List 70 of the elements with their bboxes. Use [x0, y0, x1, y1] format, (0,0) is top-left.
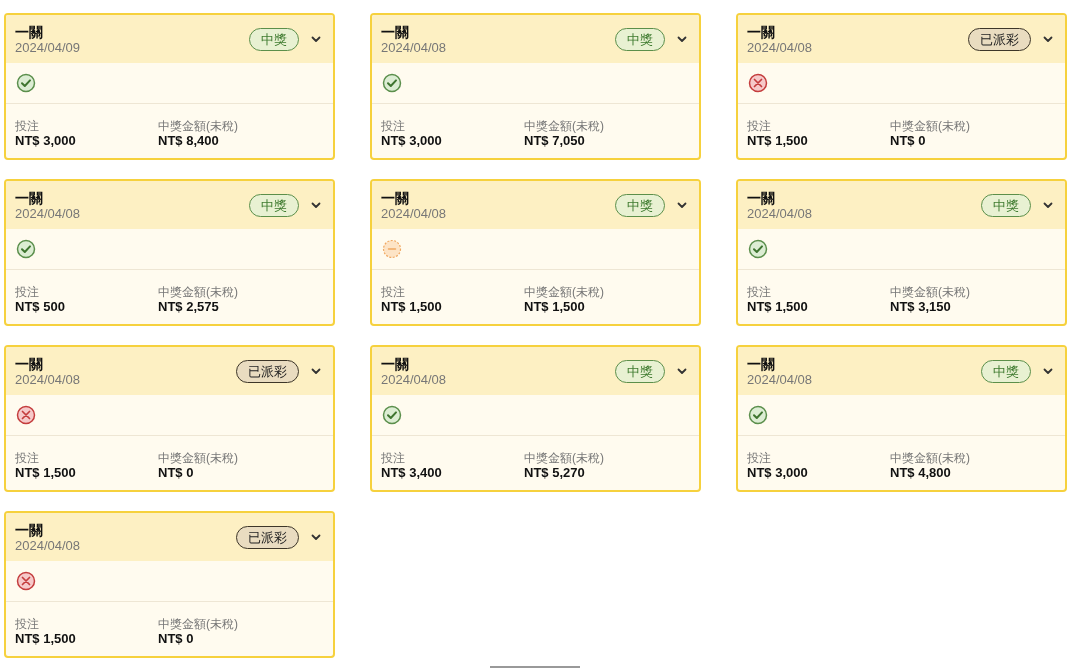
- payout-label: 中獎金額(未稅): [524, 452, 605, 465]
- bet-type-title: 一關: [381, 23, 410, 40]
- stake-label: 投注: [747, 120, 772, 133]
- status-badge: 中獎: [615, 27, 665, 51]
- payout-amount: NT$ 2,575: [158, 299, 220, 314]
- bet-type-title: 一關: [15, 355, 44, 372]
- bet-date: 2024/04/08: [381, 371, 448, 387]
- status-badge: 中獎: [249, 27, 299, 51]
- payout-amount: NT$ 0: [890, 133, 927, 148]
- payout-amount: NT$ 4,800: [890, 465, 952, 480]
- bet-type-title: 一關: [15, 23, 44, 40]
- stake-label: 投注: [381, 452, 406, 465]
- stake-label: 投注: [15, 120, 40, 133]
- bet-date: 2024/04/08: [747, 371, 814, 387]
- stake-amount: NT$ 3,000: [15, 133, 77, 148]
- stake-label: 投注: [747, 452, 772, 465]
- stake-amount: NT$ 1,500: [15, 465, 77, 480]
- bet-date: 2024/04/08: [15, 537, 82, 553]
- payout-amount: NT$ 1,500: [524, 299, 586, 314]
- stake-amount: NT$ 1,500: [15, 631, 77, 646]
- payout-label: 中獎金額(未稅): [158, 120, 239, 133]
- status-badge: 已派彩: [968, 27, 1031, 51]
- stake-amount: NT$ 500: [15, 299, 66, 314]
- payout-label: 中獎金額(未稅): [158, 286, 239, 299]
- payout-amount: NT$ 3,150: [890, 299, 952, 314]
- payout-label: 中獎金額(未稅): [158, 618, 239, 631]
- status-badge: 已派彩: [236, 525, 299, 549]
- status-badge: 中獎: [981, 193, 1031, 217]
- stake-label: 投注: [381, 120, 406, 133]
- bet-type-title: 一關: [15, 521, 44, 538]
- stake-label: 投注: [15, 286, 40, 299]
- payout-label: 中獎金額(未稅): [524, 286, 605, 299]
- stake-amount: NT$ 1,500: [747, 133, 809, 148]
- status-badge: 中獎: [615, 193, 665, 217]
- payout-amount: NT$ 5,270: [524, 465, 586, 480]
- bet-date: 2024/04/08: [747, 205, 814, 221]
- payout-label: 中獎金額(未稅): [158, 452, 239, 465]
- payout-amount: NT$ 8,400: [158, 133, 220, 148]
- payout-amount: NT$ 0: [158, 631, 195, 646]
- status-badge: 中獎: [615, 359, 665, 383]
- payout-label: 中獎金額(未稅): [890, 452, 971, 465]
- bet-type-title: 一關: [15, 189, 44, 206]
- bet-type-title: 一關: [381, 355, 410, 372]
- stake-label: 投注: [15, 618, 40, 631]
- status-badge: 中獎: [249, 193, 299, 217]
- bet-date: 2024/04/08: [747, 39, 814, 55]
- stake-label: 投注: [747, 286, 772, 299]
- payout-label: 中獎金額(未稅): [524, 120, 605, 133]
- bet-type-title: 一關: [747, 355, 776, 372]
- bet-date: 2024/04/08: [15, 205, 82, 221]
- payout-label: 中獎金額(未稅): [890, 286, 971, 299]
- stake-amount: NT$ 1,500: [747, 299, 809, 314]
- bet-date: 2024/04/09: [15, 39, 82, 55]
- bet-type-title: 一關: [747, 23, 776, 40]
- payout-label: 中獎金額(未稅): [890, 120, 971, 133]
- payout-amount: NT$ 0: [158, 465, 195, 480]
- bet-type-title: 一關: [747, 189, 776, 206]
- stake-amount: NT$ 3,000: [381, 133, 443, 148]
- bet-date: 2024/04/08: [15, 371, 82, 387]
- status-badge: 已派彩: [236, 359, 299, 383]
- payout-amount: NT$ 7,050: [524, 133, 586, 148]
- bet-date: 2024/04/08: [381, 39, 448, 55]
- stake-amount: NT$ 3,000: [747, 465, 809, 480]
- bet-date: 2024/04/08: [381, 205, 448, 221]
- stake-amount: NT$ 3,400: [381, 465, 443, 480]
- bet-type-title: 一關: [381, 189, 410, 206]
- status-badge: 中獎: [981, 359, 1031, 383]
- stake-label: 投注: [15, 452, 40, 465]
- stake-amount: NT$ 1,500: [381, 299, 443, 314]
- stake-label: 投注: [381, 286, 406, 299]
